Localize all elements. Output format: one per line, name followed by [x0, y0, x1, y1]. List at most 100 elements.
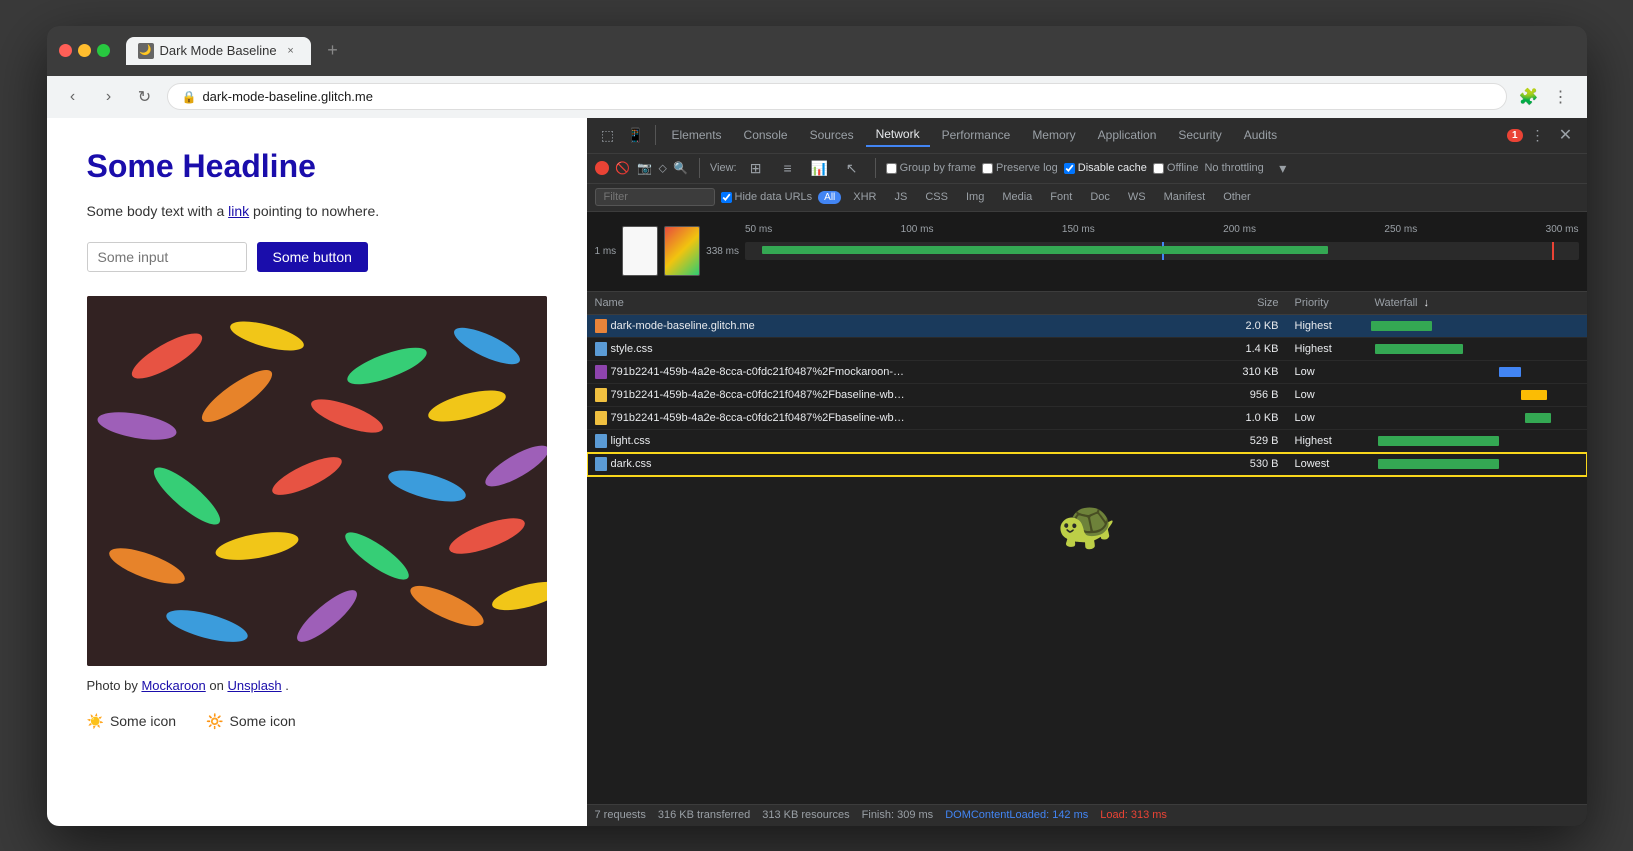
throttling-dropdown[interactable]: ▾ — [1270, 155, 1296, 181]
filter-button[interactable]: ⬦ — [659, 161, 667, 176]
tab-memory[interactable]: Memory — [1022, 124, 1085, 146]
some-input[interactable] — [87, 242, 247, 272]
waterfall-bar-1 — [1371, 321, 1433, 331]
offline-checkbox[interactable]: Offline — [1153, 162, 1199, 174]
table-row[interactable]: light.css 529 B Highest — [587, 430, 1587, 453]
tab-close-button[interactable]: × — [283, 43, 299, 59]
candy-image — [87, 296, 547, 666]
filter-type-js[interactable]: JS — [889, 190, 914, 204]
status-finish: Finish: 309 ms — [862, 809, 934, 821]
browser-tab[interactable]: 🌙 Dark Mode Baseline × — [126, 37, 311, 65]
hide-data-urls-checkbox[interactable]: Hide data URLs — [721, 191, 813, 203]
table-row[interactable]: 791b2241-459b-4a2e-8cca-c0fdc21f0487%2Fb… — [587, 407, 1587, 430]
network-table[interactable]: Name Size Priority Waterfall ↓ dark-mode… — [587, 292, 1587, 804]
filter-type-doc[interactable]: Doc — [1084, 190, 1116, 204]
inspect-element-button[interactable]: ⬚ — [595, 122, 621, 148]
more-options-button[interactable]: ⋮ — [1525, 122, 1551, 148]
address-bar: ‹ › ↻ 🔒 dark-mode-baseline.glitch.me 🧩 ⋮ — [47, 76, 1587, 118]
filter-type-media[interactable]: Media — [996, 190, 1038, 204]
extensions-icon[interactable]: 🧩 — [1515, 83, 1543, 111]
tab-elements[interactable]: Elements — [662, 124, 732, 146]
disable-cache-checkbox[interactable]: Disable cache — [1064, 162, 1147, 174]
camera-button[interactable]: 📷 — [637, 160, 653, 176]
table-row[interactable]: style.css 1.4 KB Highest — [587, 338, 1587, 361]
tab-network[interactable]: Network — [866, 123, 930, 147]
filter-type-all[interactable]: All — [818, 191, 841, 204]
timeline-area: 1 ms 338 ms 50 ms 100 ms — [587, 212, 1587, 292]
filter-type-xhr[interactable]: XHR — [847, 190, 882, 204]
table-row[interactable]: dark-mode-baseline.glitch.me 2.0 KB High… — [587, 315, 1587, 338]
timeline-marker-1ms: 1 ms — [595, 246, 617, 257]
back-button[interactable]: ‹ — [59, 83, 87, 111]
url-bar[interactable]: 🔒 dark-mode-baseline.glitch.me — [167, 83, 1507, 110]
no-throttling-label: No throttling — [1204, 162, 1263, 174]
search-button[interactable]: 🔍 — [673, 160, 689, 176]
td-size-3: 310 KB — [1207, 363, 1287, 381]
th-name[interactable]: Name — [587, 292, 1207, 314]
cursor-button[interactable]: ↖ — [839, 155, 865, 181]
some-button[interactable]: Some button — [257, 242, 368, 272]
photo-credit: Photo by Mockaroon on Unsplash . — [87, 678, 547, 693]
tab-sources[interactable]: Sources — [800, 124, 864, 146]
filter-input[interactable] — [595, 188, 715, 206]
waterfall-bar-7 — [1378, 459, 1499, 469]
tab-console[interactable]: Console — [734, 124, 798, 146]
body-text-prefix: Some body text with a — [87, 203, 229, 219]
clear-button[interactable]: 🚫 — [615, 160, 631, 176]
ms-100: 100 ms — [901, 224, 934, 235]
input-group: Some button — [87, 242, 547, 272]
menu-icon[interactable]: ⋮ — [1547, 83, 1575, 111]
group-by-frame-checkbox[interactable]: Group by frame — [886, 162, 976, 174]
list-view-button[interactable]: ≡ — [775, 155, 801, 181]
minimize-button[interactable] — [78, 44, 91, 57]
toolbar-divider-2 — [699, 158, 700, 178]
icon-label-2: Some icon — [230, 713, 296, 729]
body-link[interactable]: link — [228, 203, 249, 219]
table-row-highlighted[interactable]: dark.css 530 B Lowest — [587, 453, 1587, 476]
record-button[interactable] — [595, 161, 609, 175]
tab-audits[interactable]: Audits — [1234, 124, 1287, 146]
table-row[interactable]: 791b2241-459b-4a2e-8cca-c0fdc21f0487%2Fm… — [587, 361, 1587, 384]
tab-performance[interactable]: Performance — [932, 124, 1021, 146]
tab-security[interactable]: Security — [1168, 124, 1231, 146]
close-devtools-button[interactable]: ✕ — [1553, 122, 1579, 148]
lock-icon: 🔒 — [182, 90, 197, 104]
filter-type-manifest[interactable]: Manifest — [1158, 190, 1212, 204]
th-size[interactable]: Size — [1207, 292, 1287, 314]
timeline-bar-main — [762, 246, 1162, 254]
tab-application[interactable]: Application — [1088, 124, 1167, 146]
error-badge: 1 — [1507, 129, 1523, 142]
file-icon-js — [595, 388, 607, 402]
filter-type-img[interactable]: Img — [960, 190, 990, 204]
reload-button[interactable]: ↻ — [131, 83, 159, 111]
maximize-button[interactable] — [97, 44, 110, 57]
timeline-thumb-blank — [622, 226, 658, 276]
filter-type-ws[interactable]: WS — [1122, 190, 1152, 204]
td-waterfall-4 — [1367, 384, 1587, 406]
td-priority-6: Highest — [1287, 432, 1367, 450]
device-toolbar-button[interactable]: 📱 — [623, 122, 649, 148]
address-bar-right: 🧩 ⋮ — [1515, 83, 1575, 111]
waterfall-bar-6 — [1378, 436, 1499, 446]
close-button[interactable] — [59, 44, 72, 57]
th-waterfall[interactable]: Waterfall ↓ — [1367, 292, 1587, 314]
forward-button[interactable]: › — [95, 83, 123, 111]
filter-type-font[interactable]: Font — [1044, 190, 1078, 204]
status-dom-content-loaded[interactable]: DOMContentLoaded: 142 ms — [945, 809, 1088, 821]
table-row[interactable]: 791b2241-459b-4a2e-8cca-c0fdc21f0487%2Fb… — [587, 384, 1587, 407]
preserve-log-checkbox[interactable]: Preserve log — [982, 162, 1058, 174]
unsplash-link[interactable]: Unsplash — [227, 678, 281, 693]
td-size-2: 1.4 KB — [1207, 340, 1287, 358]
waterfall-bar-4 — [1521, 390, 1547, 400]
th-priority[interactable]: Priority — [1287, 292, 1367, 314]
mockaroon-link[interactable]: Mockaroon — [141, 678, 205, 693]
td-waterfall-5 — [1367, 407, 1587, 429]
status-bar: 7 requests 316 KB transferred 313 KB res… — [587, 804, 1587, 826]
photo-credit-suffix: . — [285, 678, 289, 693]
filter-type-css[interactable]: CSS — [919, 190, 954, 204]
file-icon-html — [595, 319, 607, 333]
new-tab-button[interactable]: + — [319, 37, 347, 65]
grid-view-button[interactable]: ⊞ — [743, 155, 769, 181]
capture-button[interactable]: 📊 — [807, 155, 833, 181]
filter-type-other[interactable]: Other — [1217, 190, 1257, 204]
